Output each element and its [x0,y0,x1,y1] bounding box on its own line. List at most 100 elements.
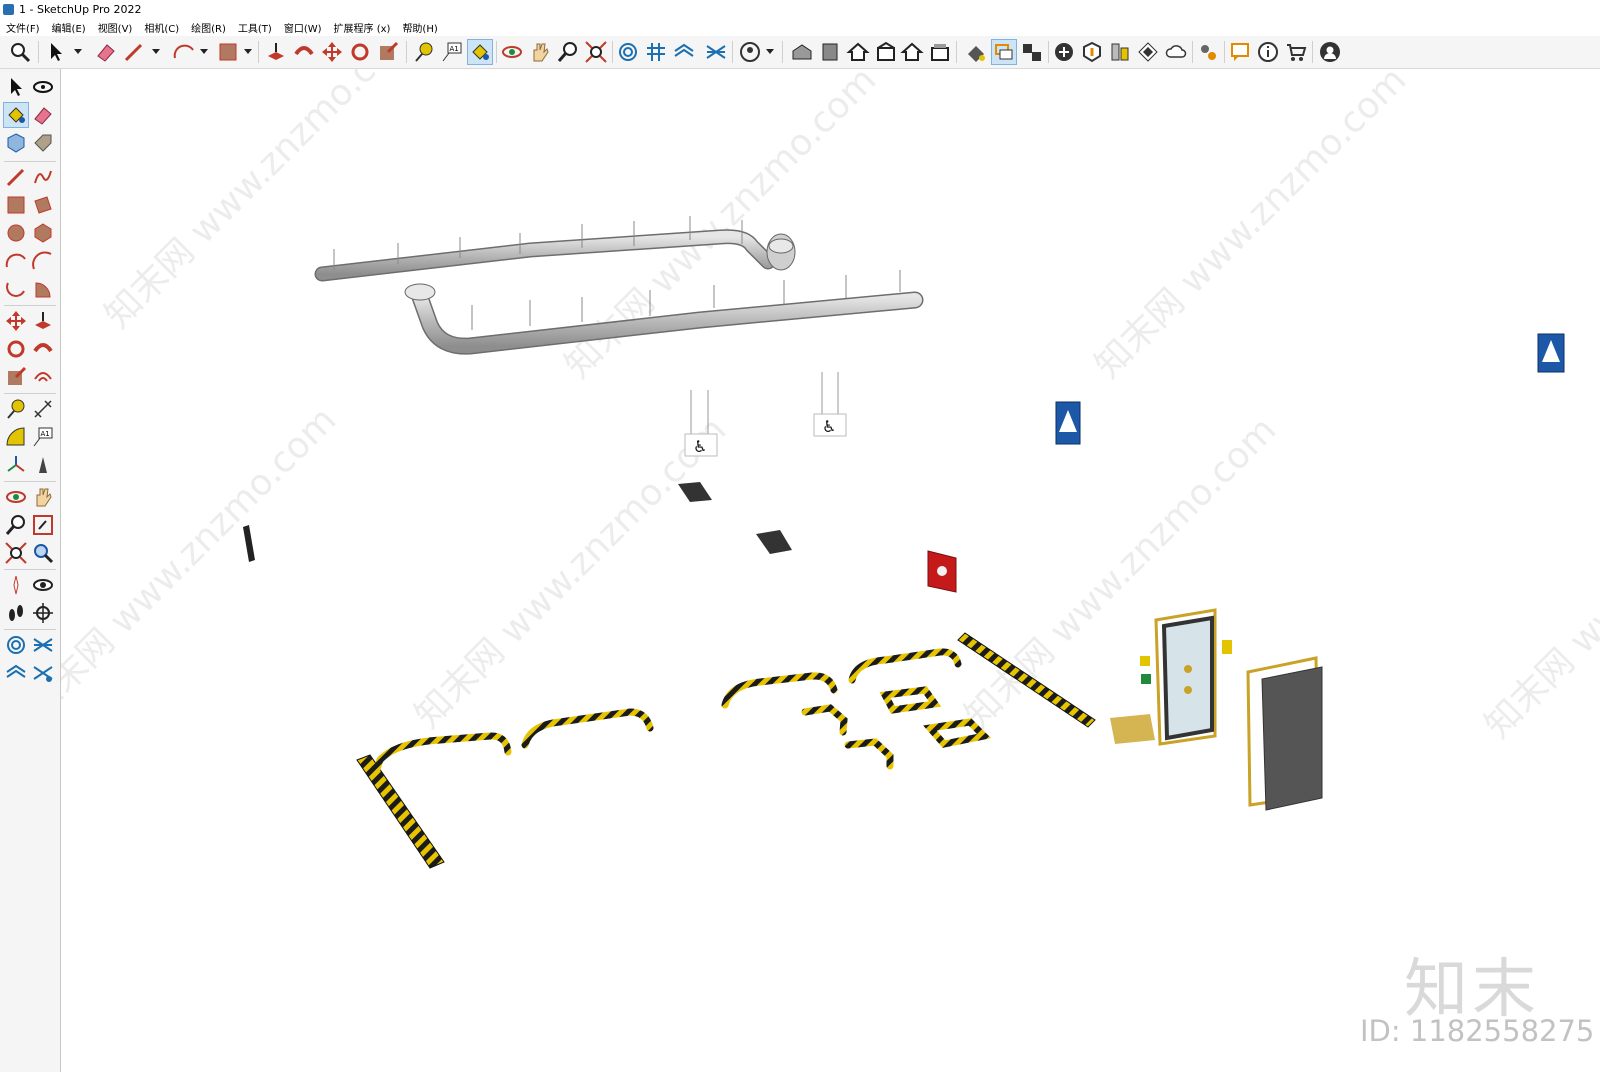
wall-panel[interactable] [243,525,255,562]
traffic-sign-blue-far[interactable] [1537,333,1565,373]
materials-icon[interactable] [1136,40,1160,64]
menu-camera[interactable]: 相机(C) [138,20,185,35]
make-component-icon[interactable] [4,131,28,155]
styles-icon[interactable] [964,40,988,64]
follow-me-icon[interactable] [31,337,55,361]
rectangle-icon[interactable] [216,40,240,64]
info-icon[interactable] [1256,40,1280,64]
message-icon[interactable] [1228,40,1252,64]
orbit-icon[interactable] [4,485,28,509]
select-dropdown-icon[interactable] [74,49,82,54]
section-plane-icon[interactable] [31,601,55,625]
extension-manager-icon[interactable] [1196,40,1220,64]
scale-icon[interactable] [376,40,400,64]
zoom-icon[interactable] [8,40,32,64]
dimension-icon[interactable] [31,397,55,421]
zoom-window-icon[interactable] [556,40,580,64]
steel-door[interactable] [1246,656,1323,811]
scale-icon[interactable] [4,365,28,389]
sandbox-smoove-icon[interactable] [4,661,28,685]
pan-icon[interactable] [31,485,55,509]
tag-icon[interactable] [31,131,55,155]
section-plane-icon[interactable] [991,39,1017,65]
views-front-icon[interactable] [846,40,870,64]
arc-icon[interactable] [172,40,196,64]
rotate-icon[interactable] [4,337,28,361]
components-icon[interactable] [1108,40,1132,64]
offset-icon[interactable] [31,365,55,389]
text-icon[interactable]: A1 [440,40,464,64]
wheel-stop[interactable] [879,686,942,714]
push-pull-icon[interactable] [264,40,288,64]
menu-help[interactable]: 帮助(H) [396,20,443,35]
pencil-icon[interactable] [122,40,146,64]
tape-measure-icon[interactable] [4,397,28,421]
menu-extensions[interactable]: 扩展程序 (x) [328,20,397,35]
shape-dropdown-icon[interactable] [244,49,252,54]
zoom-icon[interactable] [4,513,28,537]
arc-dropdown-icon[interactable] [200,49,208,54]
axes-icon[interactable] [4,453,28,477]
three-point-arc-icon[interactable] [4,277,28,301]
position-camera-icon[interactable] [4,573,28,597]
wheel-stop[interactable] [844,738,894,770]
account-icon[interactable] [738,40,762,64]
zoom-extents-icon[interactable] [4,541,28,565]
previous-view-icon[interactable] [31,541,55,565]
tape-measure-icon[interactable] [412,40,436,64]
two-point-arc-icon[interactable] [31,249,55,273]
follow-me-icon[interactable] [292,40,316,64]
orbit-icon[interactable] [31,75,55,99]
menu-edit[interactable]: 编辑(E) [46,20,92,35]
suspended-panel[interactable] [756,530,792,554]
section-display-icon[interactable] [1020,40,1044,64]
orbit-icon[interactable] [500,40,524,64]
sandbox-smoove-icon[interactable] [672,40,696,64]
eraser-icon[interactable] [94,40,118,64]
menu-tools[interactable]: 工具(T) [232,20,278,35]
crash-barrier[interactable] [521,708,654,749]
select-icon[interactable] [44,40,68,64]
cart-icon[interactable] [1284,40,1308,64]
sandbox-stamp-icon[interactable] [704,40,728,64]
model-viewport[interactable]: 知末网 www.znzmo.com 知末网 www.znzmo.com 知末网 … [61,69,1600,1072]
views-iso-icon[interactable] [790,40,814,64]
menu-view[interactable]: 视图(V) [92,20,139,35]
sandbox-from-contours-icon[interactable] [4,633,28,657]
3d-text-icon[interactable] [31,453,55,477]
sandbox-from-scratch-icon[interactable] [644,40,668,64]
text-icon[interactable]: A1 [31,425,55,449]
outer-shell-icon[interactable] [1080,40,1104,64]
cloud-icon[interactable] [1164,40,1188,64]
account-dropdown-icon[interactable] [766,49,774,54]
line-dropdown-icon[interactable] [152,49,160,54]
user-icon[interactable] [1318,40,1342,64]
protractor-icon[interactable] [4,425,28,449]
menu-file[interactable]: 文件(F) [0,20,46,35]
walk-icon[interactable] [4,601,28,625]
paint-bucket-icon[interactable] [3,102,29,128]
polygon-icon[interactable] [31,221,55,245]
arc-icon[interactable] [4,249,28,273]
fire-hydrant-cabinet[interactable] [927,550,957,593]
menu-window[interactable]: 窗口(W) [278,20,328,35]
eraser-icon[interactable] [31,103,55,127]
views-right-icon[interactable] [874,40,898,64]
glass-door[interactable] [1110,608,1232,746]
views-back-icon[interactable] [900,40,924,64]
circle-icon[interactable] [4,221,28,245]
views-top-icon[interactable] [818,40,842,64]
push-pull-icon[interactable] [31,309,55,333]
rotated-rectangle-icon[interactable] [31,193,55,217]
rotate-icon[interactable] [348,40,372,64]
pie-icon[interactable] [31,277,55,301]
accessible-sign-right[interactable]: ♿ [813,372,847,437]
sandbox-from-contours-icon[interactable] [616,40,640,64]
speed-bump[interactable] [356,754,445,869]
views-left-icon[interactable] [928,40,952,64]
crash-barrier[interactable] [721,672,838,709]
pencil-icon[interactable] [4,165,28,189]
look-around-icon[interactable] [31,573,55,597]
crash-barrier[interactable] [848,648,962,684]
sandbox-from-scratch-icon[interactable] [31,633,55,657]
